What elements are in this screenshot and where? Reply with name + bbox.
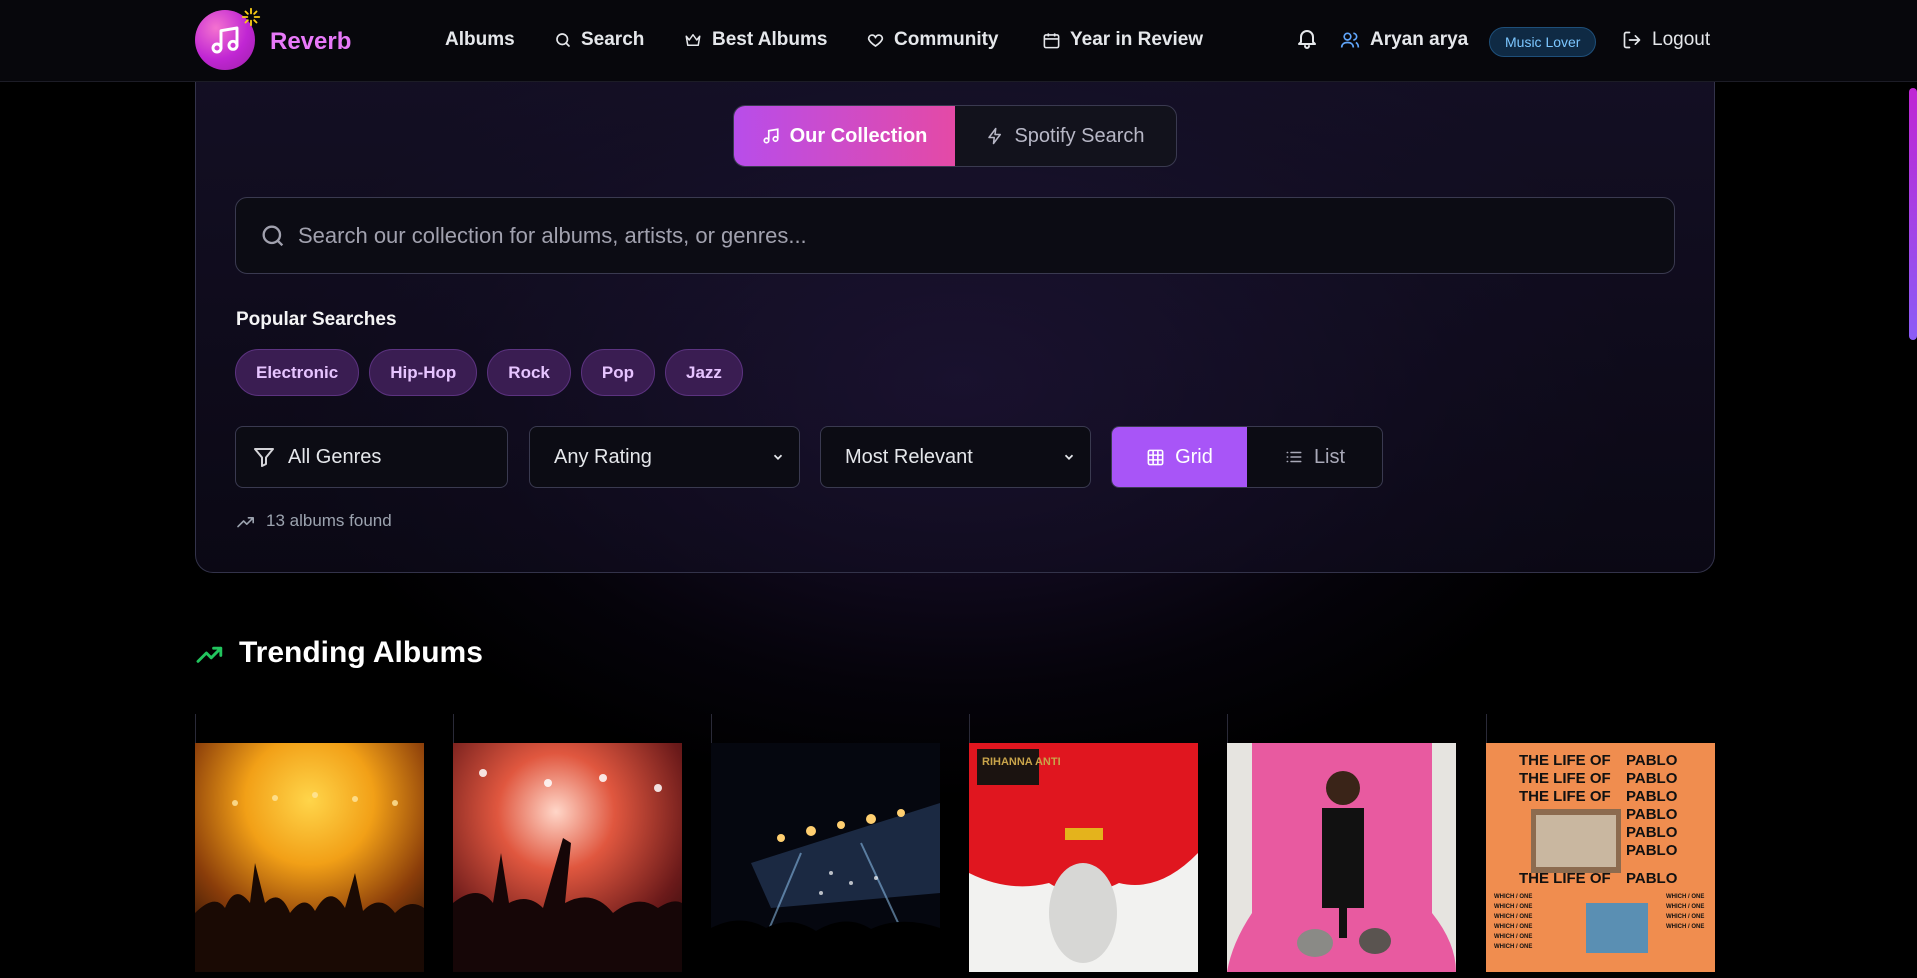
popular-search-chip[interactable]: Pop xyxy=(580,349,655,396)
anti-cover-text: RIHANNA ANTI xyxy=(982,756,1061,768)
album-cover-festival-stage-lights[interactable] xyxy=(711,743,940,972)
logout-icon xyxy=(1623,31,1641,49)
pablo-cover-word: PABLO xyxy=(1626,824,1678,841)
nav-link-label: Community xyxy=(894,29,999,50)
pablo-cover-small: WHICH / ONE xyxy=(1666,894,1704,900)
filter-icon xyxy=(254,448,274,467)
trending-title-text: Trending Albums xyxy=(239,636,483,669)
popular-search-chip[interactable]: Rock xyxy=(487,349,571,396)
user-icon xyxy=(1340,32,1360,48)
sort-select-value: Most Relevant xyxy=(845,445,973,468)
rating-select[interactable]: Any Rating xyxy=(529,426,800,488)
tab-our-collection[interactable]: Our Collection xyxy=(734,106,955,166)
brand-name[interactable]: Reverb xyxy=(270,28,351,56)
pablo-cover-word: PABLO xyxy=(1626,752,1678,769)
album-cover-concert-crowd-golden[interactable] xyxy=(195,743,424,972)
genre-filter[interactable]: All Genres xyxy=(235,426,508,488)
pablo-cover-small: WHICH / ONE xyxy=(1494,924,1532,930)
nav-link-label: Search xyxy=(581,29,645,50)
page-scrollbar[interactable] xyxy=(1909,88,1917,340)
card-divider xyxy=(1227,714,1228,744)
pablo-cover-title: THE LIFE OF xyxy=(1519,770,1611,787)
card-divider xyxy=(969,714,970,744)
card-divider xyxy=(195,714,196,744)
chevron-down-icon xyxy=(773,454,783,460)
user-name: Aryan arya xyxy=(1370,29,1469,50)
nav-link-best-albums[interactable]: Best Albums xyxy=(683,29,827,51)
nav-link-albums[interactable]: Albums xyxy=(445,29,515,51)
music-note-icon xyxy=(763,128,779,144)
popular-search-chip[interactable]: Electronic xyxy=(235,349,360,396)
popular-search-chip[interactable]: Hip-Hop xyxy=(369,349,478,396)
trending-section-title: Trending Albums xyxy=(195,636,483,670)
pablo-cover-small: WHICH / ONE xyxy=(1666,904,1704,910)
heart-icon xyxy=(867,34,884,47)
nav-link-label: Best Albums xyxy=(712,29,828,50)
lightning-icon xyxy=(988,127,1002,145)
nav-link-year-in-review[interactable]: Year in Review xyxy=(1042,29,1203,51)
user-profile[interactable]: Aryan arya xyxy=(1340,29,1468,51)
pablo-cover-title: THE LIFE OF xyxy=(1519,752,1611,769)
chevron-down-icon xyxy=(1064,454,1074,460)
pablo-cover-small: WHICH / ONE xyxy=(1666,914,1704,920)
logout-button[interactable]: Logout xyxy=(1622,29,1710,51)
grid-view-button[interactable]: Grid xyxy=(1112,427,1247,487)
crown-icon xyxy=(685,34,701,46)
grid-view-label: Grid xyxy=(1175,445,1213,468)
popular-searches-list: Electronic Hip-Hop Rock Pop Jazz xyxy=(235,349,743,396)
album-cover-anti[interactable]: RIHANNA ANTI xyxy=(969,743,1198,972)
card-divider xyxy=(711,714,712,744)
sparkle-icon xyxy=(241,7,261,27)
results-count-text: 13 albums found xyxy=(266,511,392,530)
search-source-toggle: Our Collection Spotify Search xyxy=(733,105,1177,167)
nav-link-community[interactable]: Community xyxy=(866,29,999,51)
pablo-cover-word: PABLO xyxy=(1626,806,1678,823)
album-cover-concert-crowd-red[interactable] xyxy=(453,743,682,972)
nav-link-label: Year in Review xyxy=(1070,29,1204,50)
pablo-cover-small: WHICH / ONE xyxy=(1494,904,1532,910)
nav-link-search[interactable]: Search xyxy=(554,29,644,51)
tab-label: Our Collection xyxy=(789,124,928,147)
album-cover-man-with-dogs[interactable] xyxy=(1227,743,1456,972)
tab-label: Spotify Search xyxy=(1014,124,1145,147)
pablo-cover-small: WHICH / ONE xyxy=(1666,924,1704,930)
bell-icon[interactable] xyxy=(1295,26,1319,50)
trending-up-icon xyxy=(237,517,255,528)
popular-searches-title: Popular Searches xyxy=(236,309,397,330)
card-divider xyxy=(1486,714,1487,744)
album-cover-the-life-of-pablo[interactable]: THE LIFE OF PABLO THE LIFE OF PABLO THE … xyxy=(1486,743,1715,972)
pablo-cover-small: WHICH / ONE xyxy=(1494,894,1532,900)
list-view-button[interactable]: List xyxy=(1247,427,1382,487)
card-divider xyxy=(453,714,454,744)
list-icon xyxy=(1286,451,1302,463)
list-view-label: List xyxy=(1313,445,1346,468)
pablo-cover-title: THE LIFE OF xyxy=(1519,788,1611,805)
pablo-cover-word: PABLO xyxy=(1626,870,1678,887)
view-toggle: Grid List xyxy=(1111,426,1383,488)
pablo-cover-word: PABLO xyxy=(1626,770,1678,787)
tab-spotify-search[interactable]: Spotify Search xyxy=(955,106,1176,166)
pablo-cover-small: WHICH / ONE xyxy=(1494,944,1532,950)
pablo-cover-word: PABLO xyxy=(1626,788,1678,805)
search-icon xyxy=(262,225,284,247)
logout-label: Logout xyxy=(1652,29,1711,50)
user-role-badge: Music Lover xyxy=(1489,27,1597,57)
search-input[interactable] xyxy=(298,216,1648,256)
pablo-cover-small: WHICH / ONE xyxy=(1494,914,1532,920)
grid-icon xyxy=(1147,449,1164,465)
rating-select-value: Any Rating xyxy=(554,445,652,468)
results-count: 13 albums found xyxy=(236,511,392,531)
top-navbar: Reverb Albums Search Best Albums Communi… xyxy=(0,0,1917,82)
search-icon xyxy=(556,33,570,47)
pablo-cover-word: PABLO xyxy=(1626,842,1678,859)
nav-link-label: Albums xyxy=(445,29,515,50)
sort-select[interactable]: Most Relevant xyxy=(820,426,1091,488)
collection-search-box xyxy=(235,197,1675,274)
genre-filter-value: All Genres xyxy=(288,445,382,468)
popular-search-chip[interactable]: Jazz xyxy=(664,349,743,396)
trending-up-icon xyxy=(196,646,223,663)
calendar-icon xyxy=(1043,32,1060,48)
pablo-cover-small: WHICH / ONE xyxy=(1494,934,1532,940)
